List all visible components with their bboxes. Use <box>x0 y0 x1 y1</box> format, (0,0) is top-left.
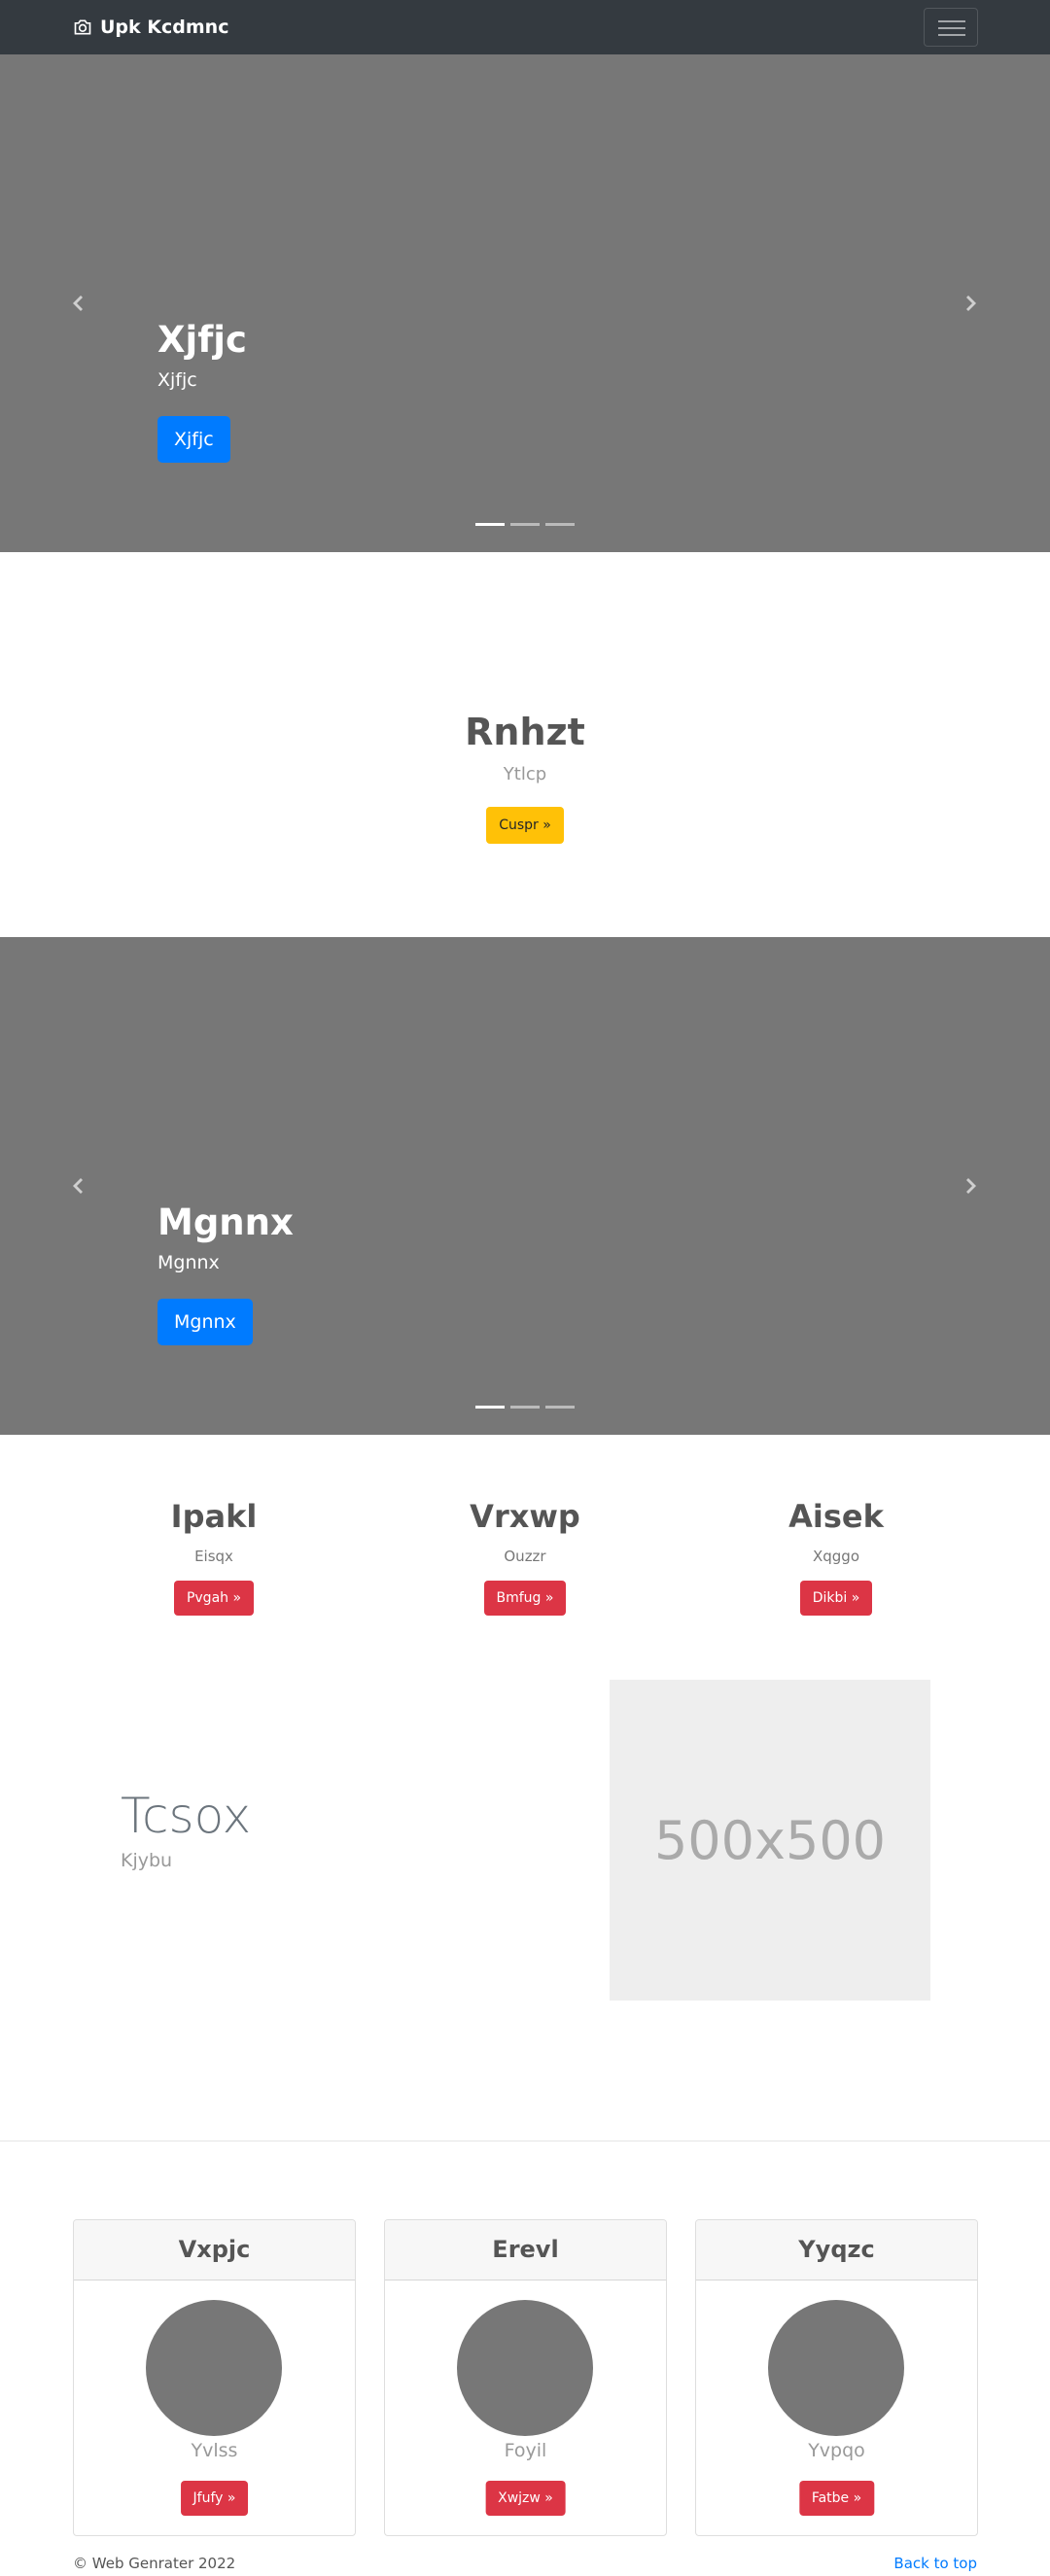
avatar-placeholder <box>457 2300 593 2436</box>
column-text: Ouzzr <box>504 1548 546 1565</box>
footer-copyright: © Web Genrater 2022 <box>73 2555 236 2572</box>
column-text: Eisqx <box>194 1548 233 1565</box>
carousel-caption: Mgnnx Mgnnx Mgnnx <box>158 1201 294 1345</box>
card-button[interactable]: Xwjzw » <box>485 2481 566 2516</box>
camera-icon <box>74 19 91 35</box>
carousel-heading: Mgnnx <box>158 1201 294 1243</box>
column-button[interactable]: Pvgah » <box>173 1581 255 1616</box>
avatar-placeholder <box>146 2300 282 2436</box>
featurette-heading: Tcsox <box>121 1788 252 1844</box>
card-header: Yyqzc <box>696 2220 977 2280</box>
chevron-right-icon[interactable] <box>960 292 983 315</box>
back-to-top-link[interactable]: Back to top <box>893 2555 977 2572</box>
jumbotron-text: Ytlcp <box>503 764 547 784</box>
jumbotron-button[interactable]: Cuspr » <box>486 807 564 844</box>
chevron-left-icon[interactable] <box>66 1174 89 1198</box>
feature-column: Ipakl Eisqx Pvgah » <box>68 1497 360 1616</box>
carousel-indicator-3[interactable] <box>545 1406 575 1409</box>
card-header: Erevl <box>385 2220 666 2280</box>
carousel-indicator-3[interactable] <box>545 523 575 526</box>
hero-carousel: Xjfjc Xjfjc Xjfjc <box>0 54 1050 552</box>
placeholder-label: 500x500 <box>653 1809 887 1871</box>
column-text: Xqggo <box>812 1548 860 1565</box>
navbar: Upk Kcdmnc <box>0 0 1050 54</box>
card-button[interactable]: Jfufy » <box>180 2481 249 2516</box>
carousel-indicator-2[interactable] <box>510 1406 540 1409</box>
featurette-text: Kjybu <box>121 1850 173 1871</box>
navbar-brand[interactable]: Upk Kcdmnc <box>73 15 228 40</box>
secondary-carousel: Mgnnx Mgnnx Mgnnx <box>0 937 1050 1435</box>
avatar-placeholder <box>768 2300 904 2436</box>
carousel-indicator-1[interactable] <box>475 523 505 526</box>
carousel-indicators <box>475 1406 575 1409</box>
feature-column: Vrxwp Ouzzr Bmfug » <box>379 1497 671 1616</box>
carousel-subheading: Mgnnx <box>158 1252 220 1273</box>
chevron-right-icon[interactable] <box>960 1174 983 1198</box>
card-button[interactable]: Fatbe » <box>798 2481 875 2516</box>
carousel-cta-button[interactable]: Mgnnx <box>158 1299 253 1345</box>
card-text: Yvlss <box>191 2440 238 2461</box>
chevron-left-icon[interactable] <box>66 292 89 315</box>
card-text: Foyil <box>504 2440 547 2461</box>
jumbotron: Rnhzt Ytlcp Cuspr » <box>0 552 1050 937</box>
carousel-cta-button[interactable]: Xjfjc <box>158 416 230 463</box>
column-button[interactable]: Bmfug » <box>483 1581 567 1616</box>
carousel-indicator-1[interactable] <box>475 1406 505 1409</box>
card-header: Vxpjc <box>74 2220 355 2280</box>
column-heading: Ipakl <box>170 1498 258 1535</box>
column-heading: Aisek <box>788 1498 884 1535</box>
navbar-toggler-button[interactable] <box>924 8 978 47</box>
feature-column: Aisek Xqggo Dikbi » <box>690 1497 982 1616</box>
carousel-caption: Xjfjc Xjfjc Xjfjc <box>158 319 247 463</box>
column-heading: Vrxwp <box>470 1498 580 1535</box>
card-text: Yvpqo <box>808 2440 865 2461</box>
column-button[interactable]: Dikbi » <box>799 1581 873 1616</box>
hamburger-menu-icon <box>938 20 965 22</box>
jumbotron-heading: Rnhzt <box>465 711 585 753</box>
pricing-card: Vxpjc Yvlss Jfufy » <box>73 2219 356 2536</box>
carousel-subheading: Xjfjc <box>158 369 197 391</box>
brand-label: Upk Kcdmnc <box>100 17 229 38</box>
pricing-card: Yyqzc Yvpqo Fatbe » <box>695 2219 978 2536</box>
carousel-heading: Xjfjc <box>158 319 247 361</box>
featurette-image-placeholder: 500x500 <box>610 1680 930 2001</box>
pricing-card: Erevl Foyil Xwjzw » <box>384 2219 667 2536</box>
carousel-indicators <box>475 523 575 526</box>
carousel-indicator-2[interactable] <box>510 523 540 526</box>
